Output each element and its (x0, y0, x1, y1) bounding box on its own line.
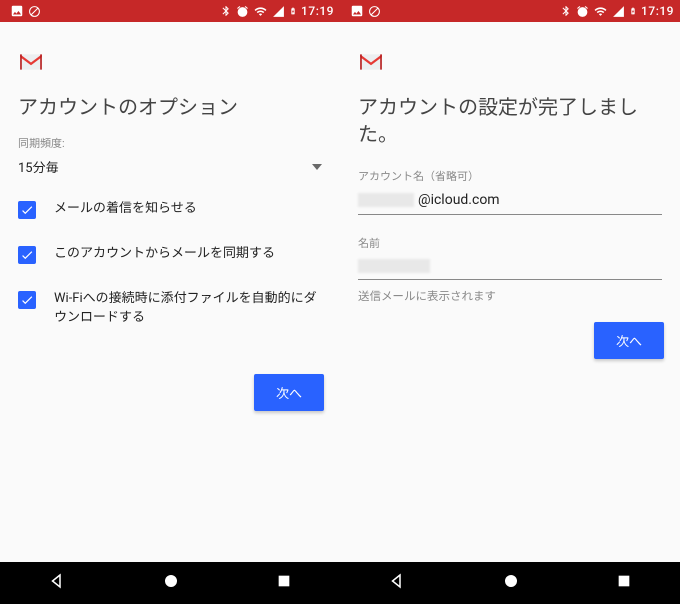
options-list: メールの着信を知らせる このアカウントからメールを同期する Wi-Fiへの接続時… (18, 200, 322, 328)
next-button[interactable]: 次へ (594, 322, 664, 359)
sync-frequency-dropdown[interactable]: 15分毎 (18, 157, 322, 176)
status-bar: 17:19 (340, 0, 680, 22)
option-wifi-download[interactable]: Wi-Fiへの接続時に添付ファイルを自動的にダウンロードする (18, 290, 322, 328)
option-label: Wi-Fiへの接続時に添付ファイルを自動的にダウンロードする (54, 290, 322, 328)
phone-right: 17:19 アカウントの設定が完了しました。 アカウント名（省略可） @iclo… (340, 0, 680, 604)
signal-icon (272, 5, 285, 18)
next-button[interactable]: 次へ (254, 374, 324, 411)
phone-left: 17:19 アカウントのオプション 同期頻度: 15分毎 メールの着信を知らせる (0, 0, 340, 604)
option-notify[interactable]: メールの着信を知らせる (18, 200, 322, 219)
bluetooth-icon (220, 4, 232, 18)
account-suffix: @icloud.com (418, 192, 500, 208)
picture-icon (10, 4, 24, 18)
status-clock: 17:19 (641, 4, 674, 18)
account-name-field-block: アカウント名（省略可） @icloud.com (358, 168, 662, 215)
alarm-icon (236, 5, 249, 18)
account-name-label: アカウント名（省略可） (358, 168, 662, 184)
nav-bar (0, 562, 340, 604)
wifi-icon (253, 5, 268, 18)
content-right: アカウントの設定が完了しました。 アカウント名（省略可） @icloud.com… (340, 22, 680, 562)
option-label: メールの着信を知らせる (54, 200, 197, 219)
checkbox-icon[interactable] (18, 291, 36, 309)
redacted-text (358, 193, 414, 207)
gmail-logo-icon (358, 52, 662, 76)
nav-bar (340, 562, 680, 604)
nav-recent-icon[interactable] (276, 573, 292, 593)
battery-charging-icon (629, 4, 637, 18)
dropdown-triangle-icon (312, 164, 322, 170)
signal-icon (612, 5, 625, 18)
nav-home-icon[interactable] (502, 572, 520, 594)
page-title: アカウントの設定が完了しました。 (358, 94, 662, 148)
option-label: このアカウントからメールを同期する (54, 245, 275, 264)
account-name-input[interactable]: @icloud.com (358, 188, 662, 215)
display-name-input[interactable] (358, 255, 662, 280)
sync-caption: 同期頻度: (18, 135, 322, 151)
nav-home-icon[interactable] (162, 572, 180, 594)
display-name-label: 名前 (358, 235, 662, 251)
redacted-text (358, 259, 430, 273)
status-bar: 17:19 (0, 0, 340, 22)
nav-back-icon[interactable] (48, 572, 66, 594)
option-sync[interactable]: このアカウントからメールを同期する (18, 245, 322, 264)
alarm-icon (576, 5, 589, 18)
sync-frequency-value: 15分毎 (18, 157, 59, 176)
wifi-icon (593, 5, 608, 18)
no-sign-icon (368, 5, 381, 18)
display-name-field-block: 名前 送信メールに表示されます (358, 235, 662, 304)
checkbox-icon[interactable] (18, 201, 36, 219)
no-sign-icon (28, 5, 41, 18)
checkbox-icon[interactable] (18, 246, 36, 264)
status-clock: 17:19 (301, 4, 334, 18)
gmail-logo-icon (18, 52, 322, 76)
battery-charging-icon (289, 4, 297, 18)
content-left: アカウントのオプション 同期頻度: 15分毎 メールの着信を知らせる このアカウ… (0, 22, 340, 562)
bluetooth-icon (560, 4, 572, 18)
nav-recent-icon[interactable] (616, 573, 632, 593)
picture-icon (350, 4, 364, 18)
helper-text: 送信メールに表示されます (358, 288, 662, 304)
page-title: アカウントのオプション (18, 94, 322, 121)
nav-back-icon[interactable] (388, 572, 406, 594)
